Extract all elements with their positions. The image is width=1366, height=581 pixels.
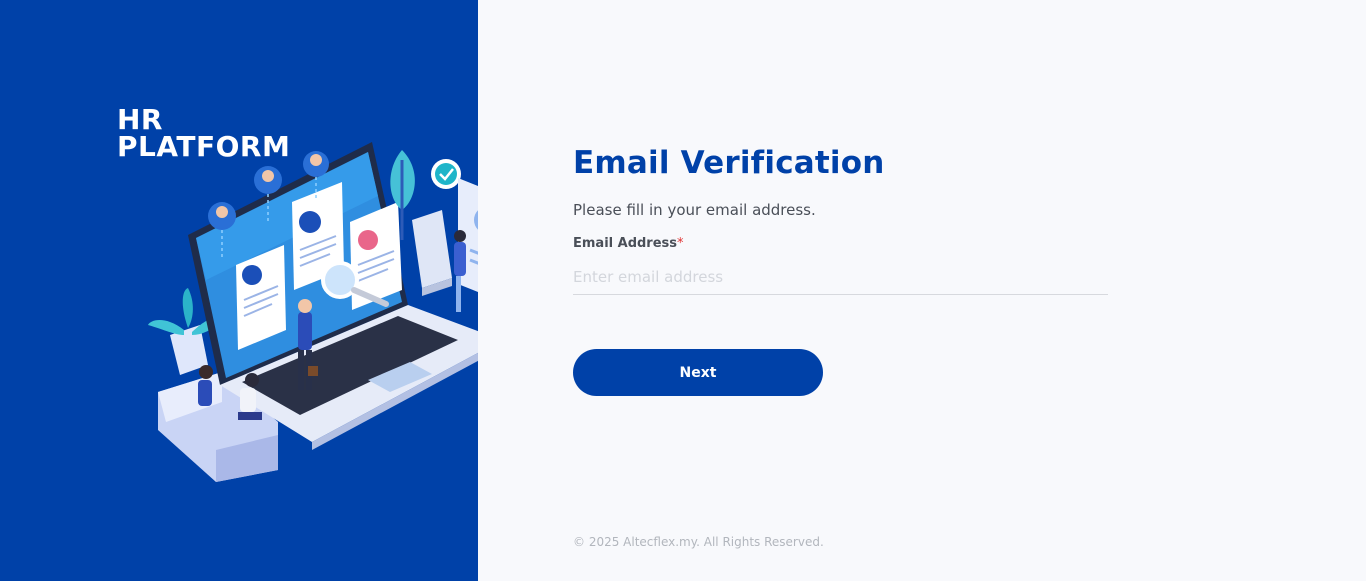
page: HR PLATFORM Email Verification Please fi… bbox=[0, 0, 1366, 581]
brand-line-hr: HR bbox=[117, 103, 163, 136]
footer-copyright: © 2025 Altecflex.my. All Rights Reserved… bbox=[573, 535, 824, 549]
cabinet-icon bbox=[412, 210, 452, 296]
brand-logo: HR PLATFORM bbox=[117, 103, 291, 163]
email-label: Email Address* bbox=[573, 236, 684, 251]
page-subtitle: Please fill in your email address. bbox=[573, 201, 816, 219]
brand-panel: HR PLATFORM bbox=[0, 0, 478, 581]
email-label-text: Email Address bbox=[573, 236, 678, 251]
form-panel: Email Verification Please fill in your e… bbox=[478, 0, 1366, 581]
check-badge-icon bbox=[431, 159, 461, 189]
required-mark: * bbox=[677, 236, 684, 251]
next-button[interactable]: Next bbox=[573, 349, 823, 396]
page-title: Email Verification bbox=[573, 145, 885, 181]
brand-line-platform: PLATFORM bbox=[117, 130, 291, 163]
hr-laptop-illustration bbox=[148, 142, 478, 482]
email-field[interactable] bbox=[573, 260, 1108, 295]
